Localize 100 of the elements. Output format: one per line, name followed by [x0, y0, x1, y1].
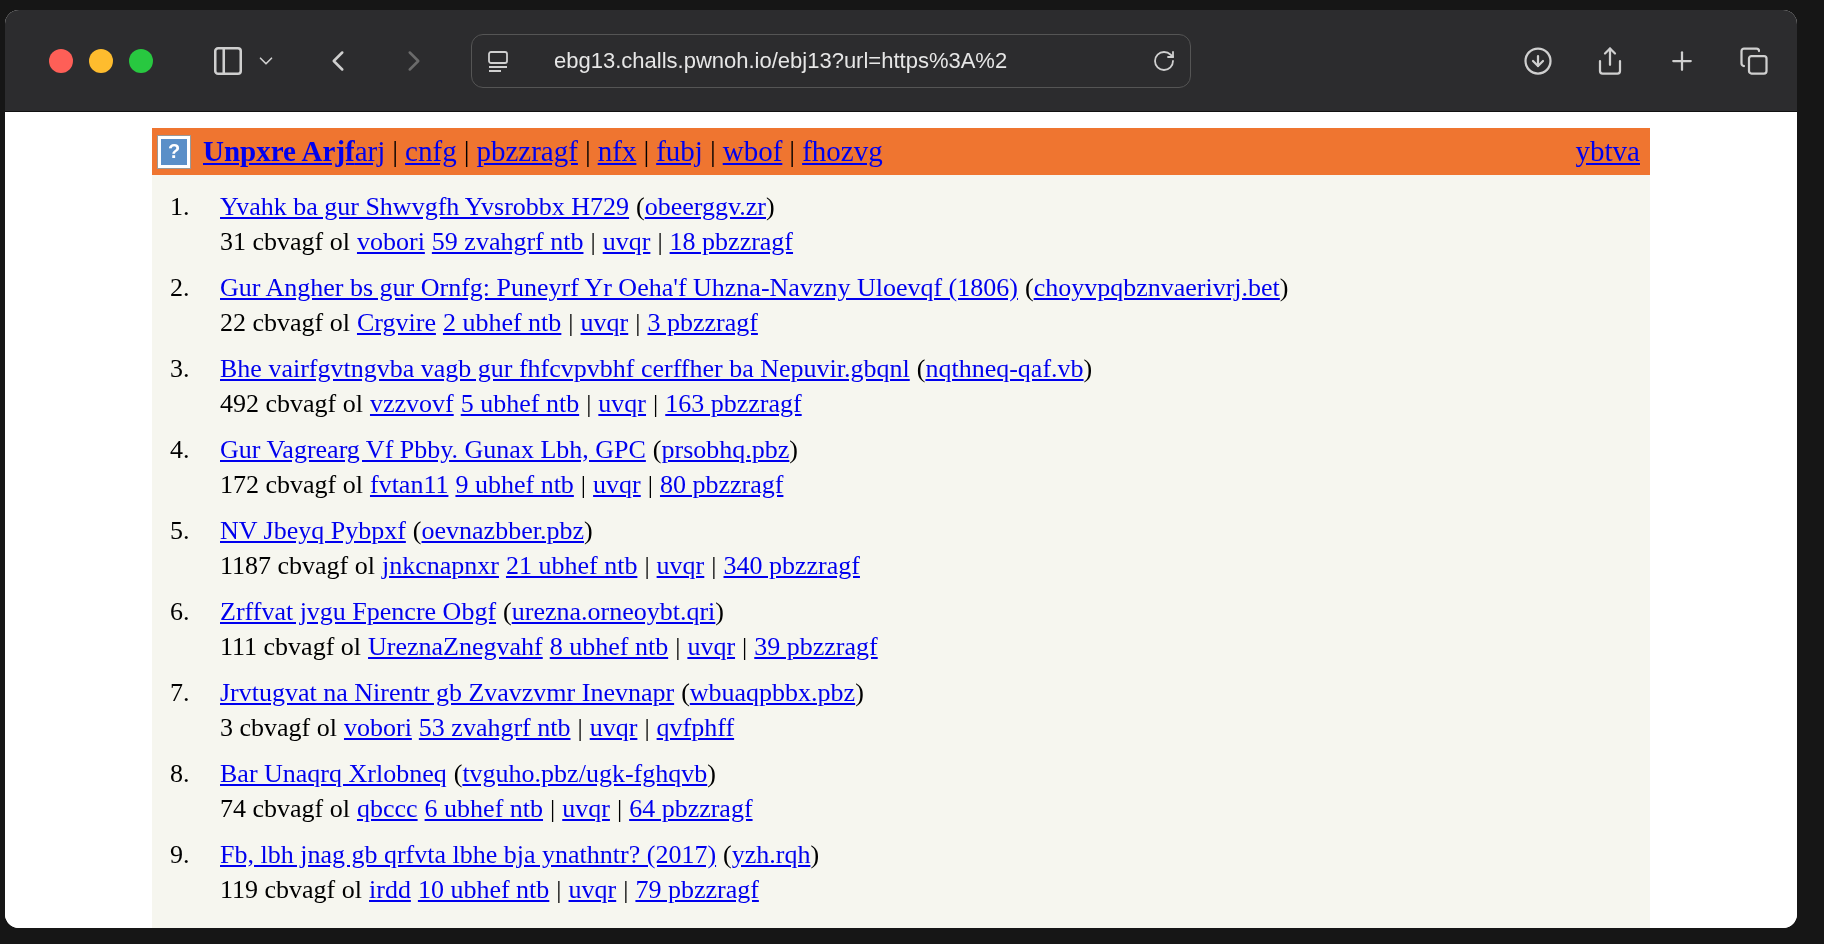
paren-text: ( [652, 434, 662, 466]
age-link[interactable]: 9 ubhef ntb [455, 467, 574, 502]
user-link[interactable]: vobori [343, 710, 412, 745]
close-window-button[interactable] [49, 48, 73, 73]
age-link[interactable]: 21 ubhef ntb [505, 548, 638, 583]
story-title-link[interactable]: NV Jbeyq Pybpxf [220, 513, 406, 548]
separator-text: | [586, 388, 592, 420]
story-title-link[interactable]: Fb, lbh jnag gb qrfvta lbhe bja ynathntr? (2017) [220, 837, 717, 872]
site-link[interactable]: obeerggv.zr [644, 189, 767, 224]
comments-link[interactable]: 340 pbzzragf [723, 548, 860, 583]
page-icon [486, 48, 510, 73]
comments-link[interactable]: 39 pbzzragf [754, 629, 878, 664]
paren-text: ) [1279, 272, 1289, 304]
separator-text: | [463, 135, 470, 168]
hide-link[interactable]: uvqr [562, 791, 610, 826]
hide-link[interactable]: uvqr [687, 629, 736, 664]
rank-number: 3. [170, 353, 191, 385]
age-link[interactable]: 2 ubhef ntb [442, 305, 562, 340]
separator-text: | [556, 874, 562, 906]
site-link[interactable]: yzh.rqh [731, 837, 811, 872]
paren-text: ( [453, 758, 463, 790]
site-link[interactable]: urezna.orneoybt.qri [511, 594, 716, 629]
points-text: 111 cbvagf ol [220, 631, 362, 663]
separator-text: | [711, 550, 717, 582]
story-title-link[interactable]: Jrvtugvat na Nirentr gb Zvavzvmr Inevnapr [220, 675, 675, 710]
user-link[interactable]: Crgvire [356, 305, 436, 340]
tabs-icon [1739, 45, 1769, 76]
rank-number: 4. [170, 434, 191, 466]
separator-text: | [590, 226, 596, 258]
comments-link[interactable]: 80 pbzzragf [659, 467, 784, 502]
separator-text: | [550, 793, 556, 825]
user-link[interactable]: jnkcnapnxr [382, 548, 499, 583]
age-link[interactable]: 53 zvahgrf ntb [418, 710, 571, 745]
separator-text: | [709, 135, 716, 168]
address-bar[interactable]: ebg13.challs.pwnoh.io/ebj13?url=https%3A%2 [471, 33, 1191, 88]
paren-text: ( [1024, 272, 1034, 304]
hide-link[interactable]: uvqr [568, 872, 617, 907]
points-text: 31 cbvagf ol [220, 226, 350, 258]
paren-text: ( [412, 515, 422, 547]
comments-link[interactable]: 163 pbzzragf [665, 386, 802, 421]
age-link[interactable]: 59 zvahgrf ntb [431, 224, 584, 259]
site-link[interactable]: choyvpqbznvaerivrj.bet [1033, 270, 1280, 305]
hide-link[interactable]: uvqr [580, 305, 629, 340]
rank-number: 8. [170, 758, 191, 790]
separator-text: | [647, 469, 653, 501]
separator-text: | [616, 793, 623, 825]
points-text: 492 cbvagf ol [220, 388, 363, 420]
story-title-link[interactable]: Zrffvat jvgu Fpencre Obgf [220, 594, 497, 629]
site-link[interactable]: prsobhq.pbz [661, 432, 790, 467]
story-title-link[interactable]: Yvahk ba gur Shwvgfh Yvsrobbx H729 [220, 189, 630, 224]
separator-text: | [623, 874, 629, 906]
paren-text: ( [503, 596, 512, 628]
age-link[interactable]: 6 ubhef ntb [424, 791, 543, 826]
user-link[interactable]: vobori [356, 224, 425, 259]
age-link[interactable]: 5 ubhef ntb [460, 386, 580, 421]
separator-text: | [577, 712, 583, 744]
story-title-link[interactable]: Bar Unaqrq Xrlobneq [220, 756, 447, 791]
user-link[interactable]: vzzvovf [369, 386, 454, 421]
comments-link[interactable]: 79 pbzzragf [635, 872, 759, 907]
comments-link[interactable]: 18 pbzzragf [669, 224, 794, 259]
rank-number: 6. [170, 596, 191, 628]
separator-text: | [789, 135, 796, 168]
story-title-link[interactable]: Bhe vairfgvtngvba vagb gur fhfcvpvbhf cerffher ba Nepuvir.gbqnl [220, 351, 910, 386]
site-link[interactable]: nqthneq-qaf.vb [925, 351, 1084, 386]
reload-icon[interactable] [1152, 48, 1176, 73]
zoom-window-button[interactable] [129, 48, 153, 73]
separator-text: | [392, 135, 399, 168]
story-title-link[interactable]: Gur Vagrearg Vf Pbby. Gunax Lbh, GPC [220, 432, 646, 467]
points-text: 119 cbvagf ol [220, 874, 362, 906]
hide-link[interactable]: uvqr [589, 710, 638, 745]
paren-text: ) [715, 596, 724, 628]
age-link[interactable]: 10 ubhef ntb [417, 872, 550, 907]
hide-link[interactable]: uvqr [602, 224, 651, 259]
site-link[interactable]: tvguho.pbz/ugk-fghqvb [462, 756, 708, 791]
separator-text: | [657, 226, 663, 258]
points-text: 1187 cbvagf ol [220, 550, 375, 582]
story-title-link[interactable]: Gur Angher bs gur Ornfg: Puneyrf Yr Oeha'f Uhzna-Navzny Uloevqf (1806) [220, 270, 1018, 305]
paren-text: ( [916, 353, 926, 385]
user-link[interactable]: irdd [369, 872, 411, 907]
separator-text: | [675, 631, 681, 663]
site-link[interactable]: oevnazbber.pbz [421, 513, 584, 548]
comments-link[interactable]: qvfphff [656, 710, 735, 745]
rank-number: 7. [170, 677, 191, 709]
comments-link[interactable]: 64 pbzzragf [629, 791, 753, 826]
user-link[interactable]: fvtan11 [369, 467, 449, 502]
minimize-window-button[interactable] [89, 48, 113, 73]
comments-link[interactable]: 3 pbzzragf [647, 305, 758, 340]
separator-text: | [568, 307, 574, 339]
user-link[interactable]: UreznaZnegvahf [368, 629, 543, 664]
points-text: 3 cbvagf ol [220, 712, 337, 744]
hide-link[interactable]: uvqr [656, 548, 705, 583]
age-link[interactable]: 8 ubhef ntb [549, 629, 669, 664]
separator-text: | [644, 712, 650, 744]
hide-link[interactable]: uvqr [593, 467, 641, 502]
user-link[interactable]: qbccc [356, 791, 418, 826]
rank-number: 5. [170, 515, 191, 547]
hide-link[interactable]: uvqr [598, 386, 647, 421]
site-link[interactable]: wbuaqpbbx.pbz [689, 675, 856, 710]
separator-text: | [584, 135, 591, 168]
paren-text: ) [766, 191, 775, 223]
